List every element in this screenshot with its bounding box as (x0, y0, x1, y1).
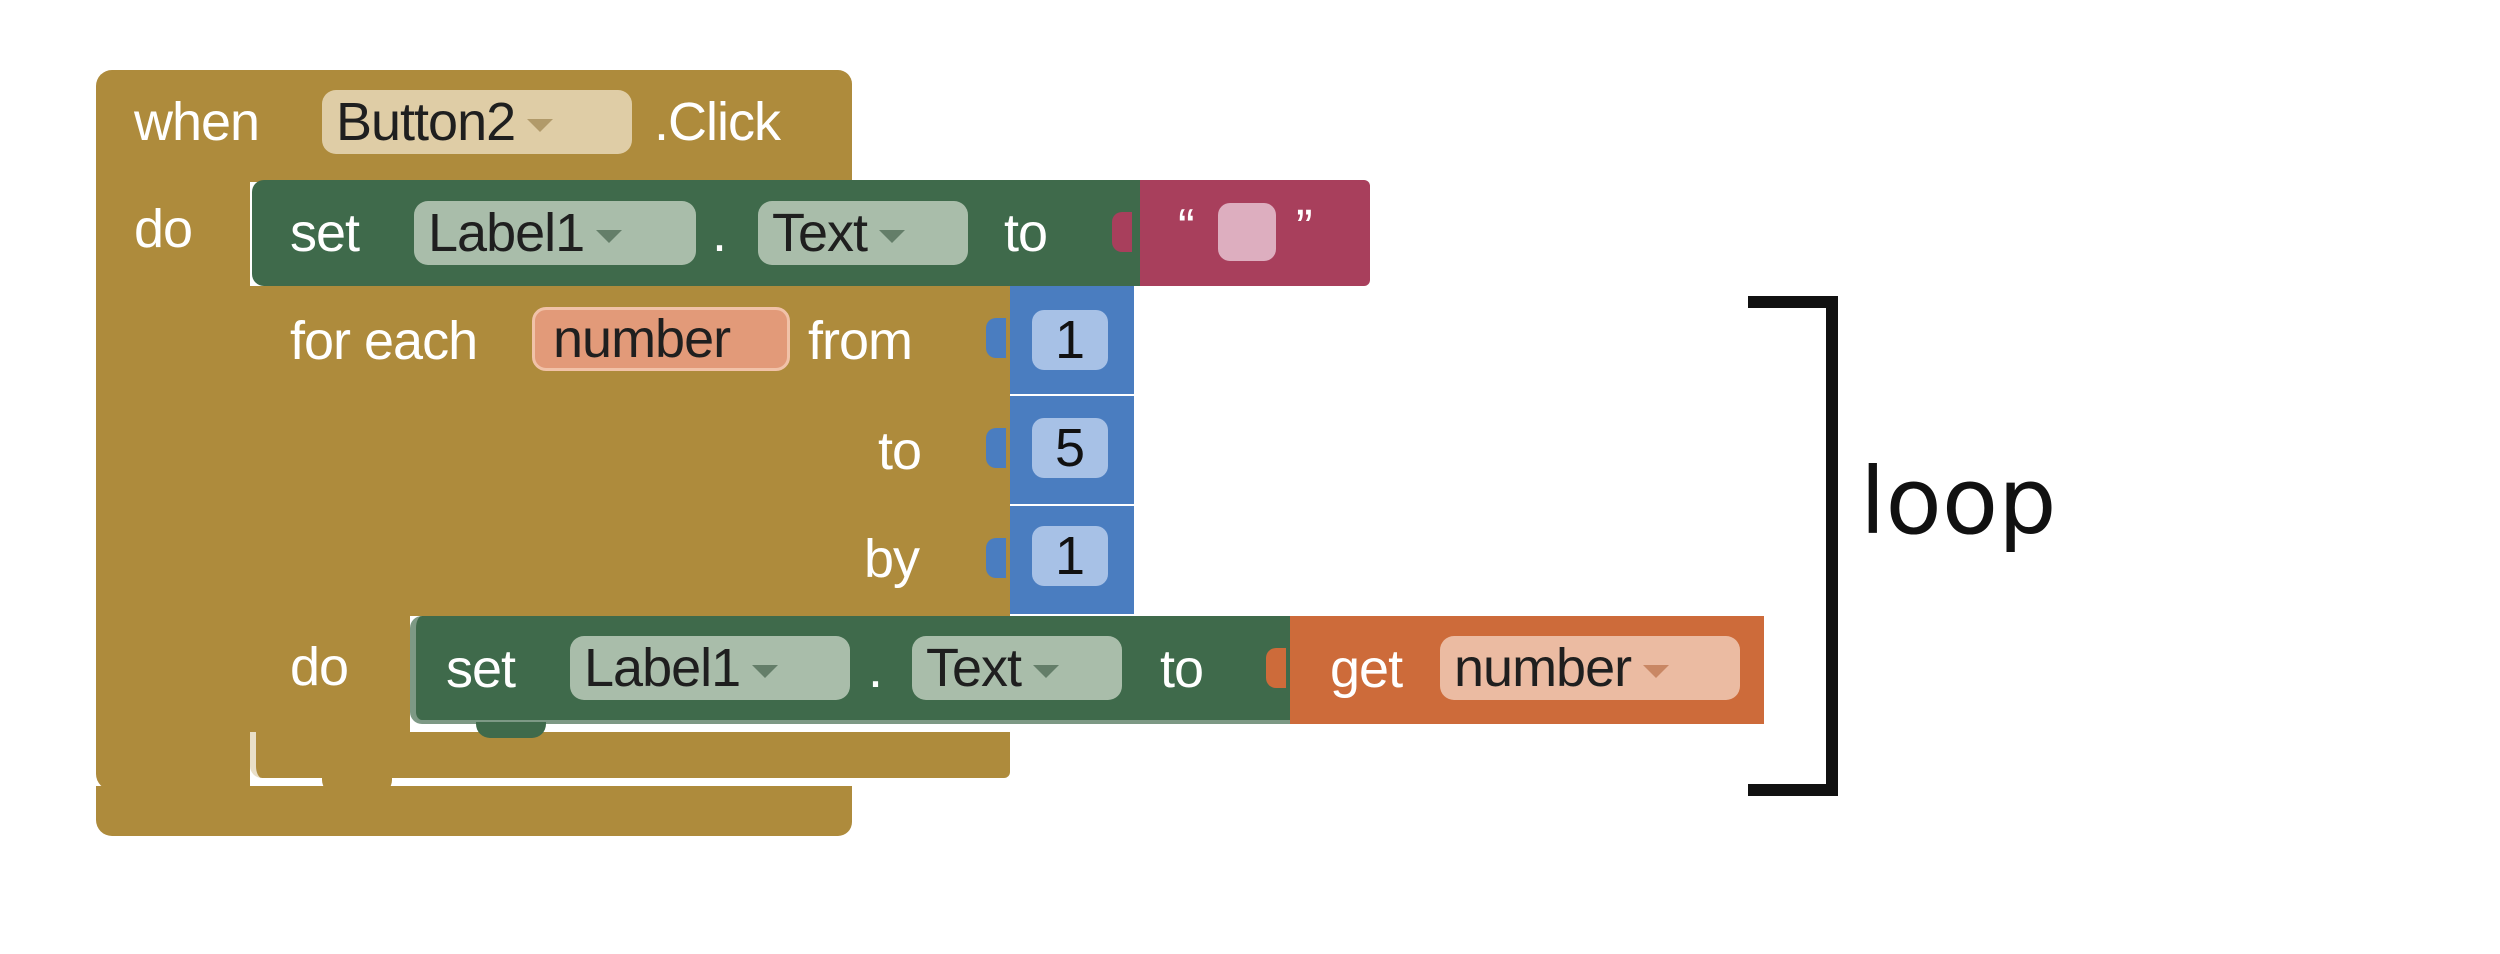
to-keyword: to (878, 421, 922, 481)
from-keyword: from (808, 311, 913, 371)
from-number-field[interactable]: 1 (1032, 310, 1108, 370)
dropdown-caret-icon (1643, 664, 1670, 678)
property-dropdown-text[interactable]: Text (758, 201, 968, 265)
close-quote: ” (1296, 199, 1313, 255)
socket-plug (986, 318, 1006, 358)
by-number-field[interactable]: 1 (1032, 526, 1108, 586)
do-keyword: do (134, 199, 193, 259)
loop-annotation-label: loop (1860, 448, 2057, 555)
loop-variable-name[interactable]: number (532, 307, 790, 371)
for-each-block-footer (250, 732, 1010, 778)
dropdown-caret-icon (752, 664, 779, 678)
dropdown-caret-icon (879, 229, 906, 243)
property-dropdown-text[interactable]: Text (912, 636, 1122, 700)
event-name: .Click (654, 92, 781, 152)
block-notch (476, 722, 546, 738)
to-keyword: to (1004, 203, 1048, 263)
do-keyword: do (290, 637, 349, 697)
to-keyword: to (1160, 639, 1204, 699)
socket-plug (1266, 648, 1286, 688)
dropdown-caret-icon (1033, 664, 1060, 678)
dropdown-caret-icon (527, 118, 554, 132)
property-name: Text (772, 203, 868, 263)
bracket-icon (1748, 296, 1838, 796)
by-keyword: by (864, 529, 920, 589)
to-number-field[interactable]: 5 (1032, 418, 1108, 478)
socket-plug (986, 538, 1006, 578)
socket-plug (986, 428, 1006, 468)
open-quote: “ (1178, 199, 1195, 255)
component-dropdown-label1[interactable]: Label1 (570, 636, 850, 700)
component-dropdown-label1[interactable]: Label1 (414, 201, 696, 265)
property-dot: . (712, 203, 727, 263)
component-name: Label1 (428, 203, 585, 263)
socket-plug (1112, 212, 1132, 252)
get-keyword: get (1330, 639, 1403, 699)
dropdown-caret-icon (596, 229, 623, 243)
variable-name: number (1454, 638, 1632, 698)
block-notch (322, 776, 392, 794)
component-dropdown-button2[interactable]: Button2 (322, 90, 632, 154)
property-dot: . (868, 639, 883, 699)
event-block-footer (96, 786, 852, 836)
when-keyword: when (134, 92, 260, 152)
variable-dropdown-number[interactable]: number (1440, 636, 1740, 700)
event-block-spine (96, 180, 250, 790)
component-name: Button2 (336, 92, 516, 152)
set-keyword: set (290, 203, 360, 263)
set-keyword: set (446, 639, 516, 699)
empty-text-field[interactable] (1218, 203, 1276, 261)
property-name: Text (926, 638, 1022, 698)
component-name: Label1 (584, 638, 741, 698)
for-each-keyword: for each (290, 311, 478, 371)
variable-name: number (553, 309, 731, 369)
